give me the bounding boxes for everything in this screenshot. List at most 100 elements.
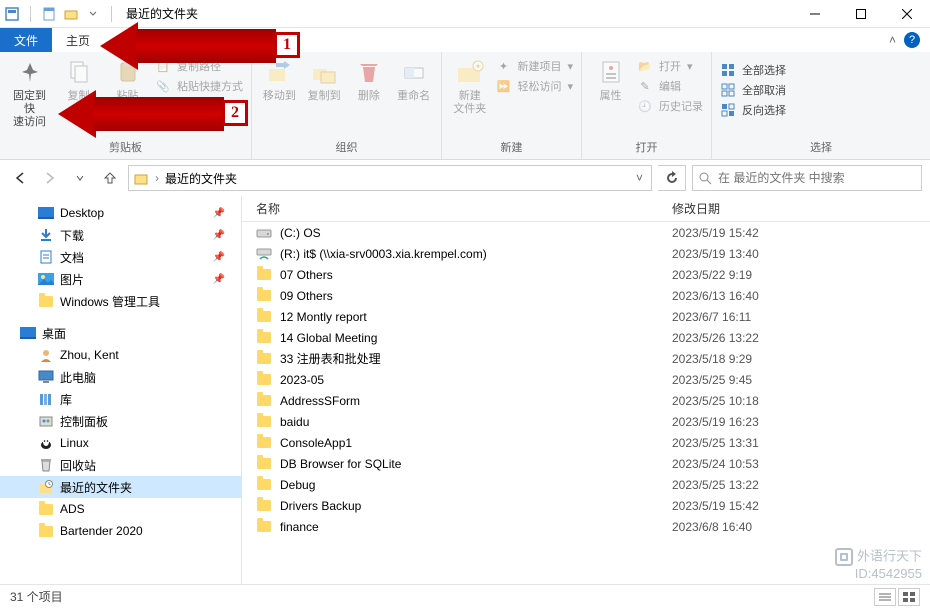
paste-button[interactable]: 粘贴 <box>106 56 149 103</box>
file-row[interactable]: Debug2023/5/25 13:22 <box>242 474 930 495</box>
tab-file[interactable]: 文件 <box>0 28 52 52</box>
file-row[interactable]: finance2023/6/8 16:40 <box>242 516 930 537</box>
tree-item[interactable]: 图片📌 <box>0 268 241 290</box>
help-icon[interactable]: ? <box>904 32 920 48</box>
file-row[interactable]: 09 Others2023/6/13 16:40 <box>242 285 930 306</box>
file-row[interactable]: ConsoleApp12023/5/25 13:31 <box>242 432 930 453</box>
file-row[interactable]: 14 Global Meeting2023/5/26 13:22 <box>242 327 930 348</box>
pin-to-quickaccess-button[interactable]: 固定到快 速访问 <box>8 56 51 129</box>
close-button[interactable] <box>884 0 930 28</box>
folder-icon <box>256 288 272 304</box>
chevron-right-icon[interactable]: › <box>155 171 159 185</box>
file-row[interactable]: baidu2023/5/19 16:23 <box>242 411 930 432</box>
rename-icon <box>398 56 430 88</box>
ribbon-collapse-icon[interactable]: ˄ <box>889 33 896 47</box>
maximize-button[interactable] <box>838 0 884 28</box>
tree-item[interactable]: Zhou, Kent <box>0 344 241 366</box>
tree-section-desktop[interactable]: 桌面 <box>0 322 241 344</box>
tree-item[interactable]: 回收站 <box>0 454 241 476</box>
doc-icon <box>38 249 54 265</box>
forward-button[interactable] <box>38 166 62 190</box>
file-row[interactable]: Drivers Backup2023/5/19 15:42 <box>242 495 930 516</box>
file-row[interactable]: AddressSForm2023/5/25 10:18 <box>242 390 930 411</box>
address-bar[interactable]: › 最近的文件夹 ˅ <box>128 165 652 191</box>
file-list[interactable]: (C:) OS2023/5/19 15:42(R:) it$ (\\xia-sr… <box>242 222 930 584</box>
tree-item[interactable]: Bartender 2020 <box>0 520 241 542</box>
tree-item[interactable]: Desktop📌 <box>0 202 241 224</box>
refresh-button[interactable] <box>658 165 686 191</box>
moveto-icon <box>263 56 295 88</box>
tree-item[interactable]: 此电脑 <box>0 366 241 388</box>
open-button[interactable]: 📂打开▾ <box>637 58 703 74</box>
moveto-button[interactable]: 移动到 <box>260 56 299 103</box>
paste-shortcut-button[interactable]: 📎粘贴快捷方式 <box>155 78 243 94</box>
tree-item[interactable]: 文档📌 <box>0 246 241 268</box>
folder-icon <box>256 330 272 346</box>
navigation-tree[interactable]: Desktop📌下载📌文档📌图片📌Windows 管理工具桌面Zhou, Ken… <box>0 196 242 584</box>
qa-properties-icon[interactable] <box>41 6 57 22</box>
search-input[interactable] <box>718 171 915 185</box>
delete-button[interactable]: 删除 <box>350 56 389 103</box>
selectall-icon <box>720 62 736 78</box>
tree-item[interactable]: 最近的文件夹 <box>0 476 241 498</box>
minimize-button[interactable] <box>792 0 838 28</box>
select-none-button[interactable]: 全部取消 <box>720 82 786 98</box>
tree-item[interactable]: Linux <box>0 432 241 454</box>
select-all-button[interactable]: 全部选择 <box>720 62 786 78</box>
newfolder-button[interactable]: ✦新建 文件夹 <box>450 56 489 116</box>
file-date: 2023/5/19 15:42 <box>672 499 930 513</box>
file-row[interactable]: 33 注册表和批处理2023/5/18 9:29 <box>242 348 930 369</box>
tree-item-label: 控制面板 <box>60 413 108 430</box>
invert-icon <box>720 102 736 118</box>
file-date: 2023/6/8 16:40 <box>672 520 930 534</box>
file-row[interactable]: DB Browser for SQLite2023/5/24 10:53 <box>242 453 930 474</box>
file-row[interactable]: 2023-052023/5/25 9:45 <box>242 369 930 390</box>
address-dropdown-icon[interactable]: ˅ <box>632 171 647 185</box>
tree-item[interactable]: 下载📌 <box>0 224 241 246</box>
folder-icon <box>256 498 272 514</box>
rename-button[interactable]: 重命名 <box>394 56 433 103</box>
file-row[interactable]: (C:) OS2023/5/19 15:42 <box>242 222 930 243</box>
column-headers[interactable]: 名称 修改日期 <box>242 196 930 222</box>
download-icon <box>38 227 54 243</box>
qa-dropdown-icon[interactable] <box>85 6 101 22</box>
selectnone-icon <box>720 82 736 98</box>
tab-home[interactable]: 主页 <box>52 28 104 52</box>
recent-locations-button[interactable] <box>68 166 92 190</box>
file-row[interactable]: 12 Montly report2023/6/7 16:11 <box>242 306 930 327</box>
file-row[interactable]: 07 Others2023/5/22 9:19 <box>242 264 930 285</box>
search-box[interactable] <box>692 165 922 191</box>
tree-item[interactable]: 控制面板 <box>0 410 241 432</box>
view-details-button[interactable] <box>874 588 896 606</box>
view-thumbnails-button[interactable] <box>898 588 920 606</box>
column-name[interactable]: 名称 <box>242 200 672 217</box>
search-icon <box>699 172 712 185</box>
up-button[interactable] <box>98 166 122 190</box>
folder-icon <box>256 435 272 451</box>
tree-item-label: Linux <box>60 436 89 450</box>
back-button[interactable] <box>8 166 32 190</box>
history-button[interactable]: 🕘历史记录 <box>637 98 703 114</box>
easyaccess-button[interactable]: ⏩轻松访问▾ <box>495 78 573 94</box>
tree-item-label: 库 <box>60 391 72 408</box>
watermark: 外语行天下 ID:4542955 <box>835 548 922 582</box>
copyto-button[interactable]: 复制到 <box>305 56 344 103</box>
newitem-button[interactable]: ✦新建项目▾ <box>495 58 573 74</box>
file-name: 12 Montly report <box>280 310 367 324</box>
tree-item-label: 最近的文件夹 <box>60 479 132 496</box>
edit-button[interactable]: ✎编辑 <box>637 78 703 94</box>
invert-selection-button[interactable]: 反向选择 <box>720 102 786 118</box>
file-row[interactable]: (R:) it$ (\\xia-srv0003.xia.krempel.com)… <box>242 243 930 264</box>
copy-button[interactable]: 复制 <box>57 56 100 103</box>
breadcrumb[interactable]: 最近的文件夹 <box>165 170 237 187</box>
column-date[interactable]: 修改日期 <box>672 200 930 217</box>
linux-icon <box>38 435 54 451</box>
properties-button[interactable]: 属性 <box>590 56 631 103</box>
file-date: 2023/6/13 16:40 <box>672 289 930 303</box>
copy-path-button[interactable]: 📋复制路径 <box>155 58 243 74</box>
qa-newfolder-icon[interactable] <box>63 6 79 22</box>
tree-item[interactable]: 库 <box>0 388 241 410</box>
status-bar: 31 个项目 <box>0 584 930 608</box>
tree-item[interactable]: ADS <box>0 498 241 520</box>
tree-item[interactable]: Windows 管理工具 <box>0 290 241 312</box>
